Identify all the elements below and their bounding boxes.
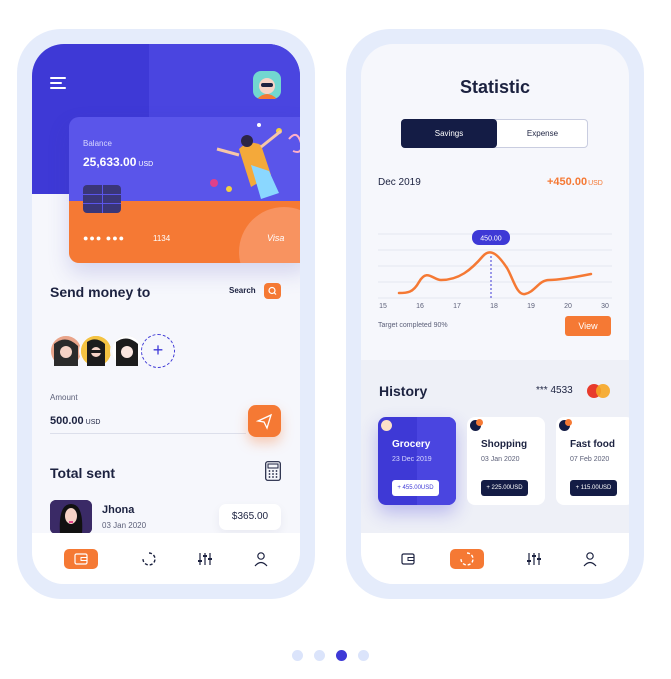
mastercard-icon bbox=[587, 384, 611, 399]
bottom-nav bbox=[361, 533, 629, 584]
total-sent-title: Total sent bbox=[50, 465, 116, 481]
view-button[interactable]: View bbox=[565, 316, 611, 336]
series-line bbox=[397, 251, 593, 296]
send-money-title: Send money to bbox=[50, 284, 151, 300]
profile-avatar[interactable] bbox=[253, 71, 281, 99]
category-icon bbox=[381, 420, 392, 431]
nav-wallet[interactable] bbox=[64, 549, 98, 569]
x-tick-label: 15 bbox=[379, 303, 387, 310]
menu-icon[interactable] bbox=[50, 77, 66, 89]
tooltip-value: 450.00 bbox=[480, 236, 502, 243]
history-card-grocery[interactable]: Grocery 23 Dec 2019 + 455.00USD bbox=[378, 417, 456, 505]
history-title: History bbox=[379, 383, 428, 399]
pager-dot[interactable] bbox=[292, 650, 303, 661]
history-card-fast-food[interactable]: Fast food 07 Feb 2020 + 115.00USD bbox=[556, 417, 629, 505]
pie-chart-icon bbox=[142, 552, 156, 566]
x-tick-label: 20 bbox=[564, 303, 572, 310]
x-tick-label: 16 bbox=[416, 303, 424, 310]
user-icon bbox=[254, 552, 268, 567]
send-button[interactable] bbox=[248, 405, 281, 437]
period-label[interactable]: Dec 2019 bbox=[378, 177, 421, 188]
history-card-shopping[interactable]: Shopping 03 Jan 2020 + 225.00USD bbox=[467, 417, 545, 505]
search-button[interactable] bbox=[264, 283, 281, 299]
x-tick-label: 30 bbox=[601, 303, 609, 310]
recipient-name: Jhona bbox=[102, 504, 135, 516]
add-contact-button[interactable]: + bbox=[141, 334, 175, 368]
x-tick-label: 17 bbox=[453, 303, 461, 310]
nav-statistics[interactable] bbox=[450, 549, 484, 569]
pager-dot[interactable] bbox=[314, 650, 325, 661]
nav-profile[interactable] bbox=[244, 549, 278, 569]
nav-statistics[interactable] bbox=[132, 549, 166, 569]
target-progress-text: Target completed 90% bbox=[378, 322, 448, 329]
x-tick-label: 18 bbox=[490, 303, 498, 310]
amount-input[interactable]: 500.00 USD bbox=[50, 415, 100, 427]
pie-chart-icon bbox=[460, 552, 474, 566]
contact-avatar[interactable] bbox=[49, 334, 83, 368]
card-number-masked: *** 4533 bbox=[536, 385, 573, 396]
nav-profile[interactable] bbox=[573, 549, 607, 569]
contact-avatar[interactable] bbox=[79, 334, 113, 368]
search-icon bbox=[268, 286, 277, 295]
wallet-icon bbox=[74, 553, 88, 565]
calculator-icon[interactable] bbox=[265, 461, 281, 481]
chip-icon bbox=[83, 185, 121, 213]
paper-plane-icon bbox=[255, 413, 273, 430]
bottom-nav bbox=[32, 533, 300, 584]
wallet-screen: Balance 25,633.00 USD ●●● ●●● 1134 Visa S… bbox=[32, 44, 300, 584]
page-title: Statistic bbox=[459, 77, 531, 97]
phone-frame-right: Statistic Savings Expense Dec 2019 +450.… bbox=[346, 29, 644, 599]
card-illustration bbox=[210, 123, 300, 199]
phone-frame-left: Balance 25,633.00 USD ●●● ●●● 1134 Visa S… bbox=[17, 29, 315, 599]
contact-avatar[interactable] bbox=[110, 334, 144, 368]
amount-label: Amount bbox=[50, 393, 78, 402]
sent-amount: $365.00 bbox=[219, 504, 281, 530]
sliders-icon bbox=[527, 553, 541, 565]
tab-savings[interactable]: Savings bbox=[401, 119, 497, 148]
statistic-screen: Statistic Savings Expense Dec 2019 +450.… bbox=[361, 44, 629, 584]
pager-dot[interactable] bbox=[336, 650, 347, 661]
balance-amount: 25,633.00 USD bbox=[83, 155, 154, 169]
nav-wallet[interactable] bbox=[391, 549, 425, 569]
nav-settings[interactable] bbox=[188, 549, 222, 569]
balance-label: Balance bbox=[83, 139, 112, 148]
period-delta: +450.00USD bbox=[547, 176, 603, 188]
wallet-icon bbox=[401, 553, 415, 565]
recipient-date: 03 Jan 2020 bbox=[102, 521, 147, 530]
balance-card[interactable]: Balance 25,633.00 USD ●●● ●●● 1134 Visa bbox=[69, 117, 300, 263]
tab-expense[interactable]: Expense bbox=[497, 119, 588, 148]
pager-dot[interactable] bbox=[358, 650, 369, 661]
user-icon bbox=[583, 552, 597, 567]
card-last-digits: 1134 bbox=[153, 234, 171, 243]
card-brand: Visa bbox=[267, 233, 285, 243]
search-label[interactable]: Search bbox=[229, 286, 256, 295]
x-tick-label: 19 bbox=[527, 303, 535, 310]
savings-line-chart: 450.00 15 16 17 18 19 20 30 bbox=[378, 230, 612, 310]
recipient-avatar bbox=[50, 500, 92, 534]
masked-number: ●●● ●●● bbox=[83, 233, 126, 243]
nav-settings[interactable] bbox=[517, 549, 551, 569]
sliders-icon bbox=[198, 553, 212, 565]
